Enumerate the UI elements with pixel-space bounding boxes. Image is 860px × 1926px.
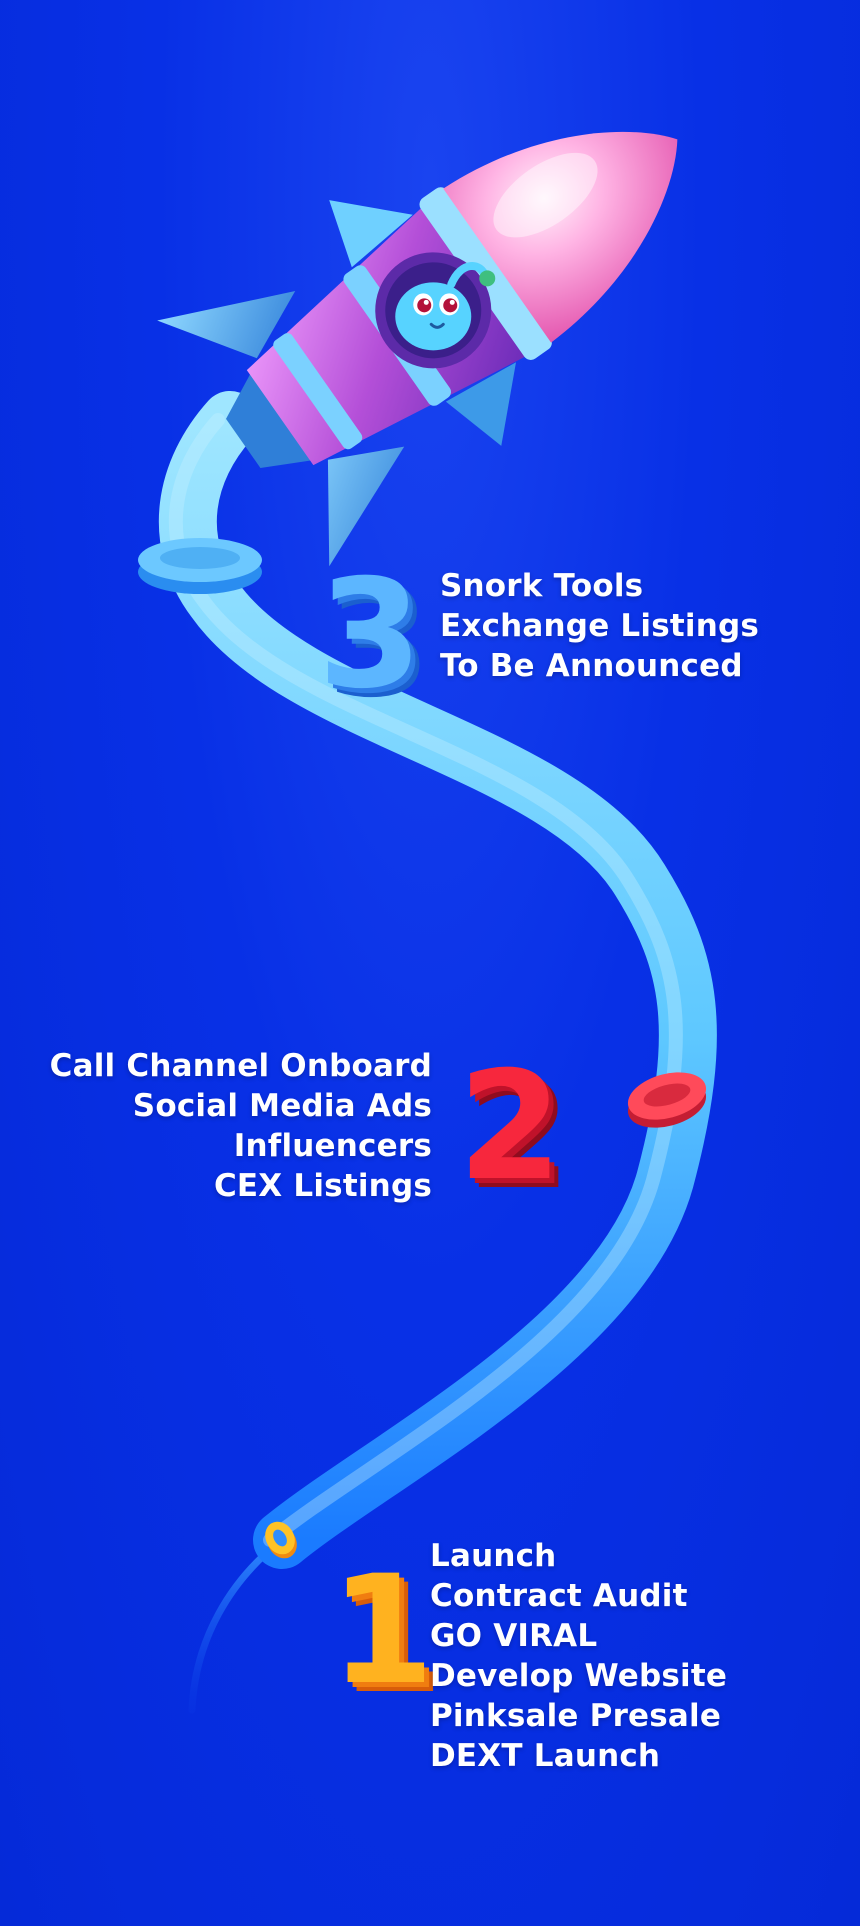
milestone-item: GO VIRAL (430, 1618, 598, 1654)
milestone-item: Call Channel Onboard (49, 1048, 432, 1084)
milestone-item: Exchange Listings (440, 608, 760, 644)
milestone-item: Snork Tools (440, 568, 644, 604)
phase-3-number: 3 (318, 548, 423, 722)
phase-2-number: 2 (458, 1040, 563, 1214)
phase-1-list: Launch Contract Audit GO VIRAL Develop W… (430, 1536, 727, 1776)
phase-1-number: 1 (330, 1544, 435, 1718)
milestone-item: Social Media Ads (132, 1088, 432, 1124)
milestone-item: Influencers (233, 1128, 432, 1164)
milestone-item: DEXT Launch (430, 1738, 661, 1774)
milestone-item: Develop Website (430, 1658, 728, 1694)
milestone-item: To Be Announced (440, 648, 743, 684)
milestone-item: Contract Audit (430, 1578, 688, 1614)
rocket-with-mascot-icon (157, 131, 678, 567)
trail-ring-phase-3 (138, 538, 262, 594)
phase-2-list: Call Channel Onboard Social Media Ads In… (50, 1046, 432, 1206)
phase-3-milestones: Snork Tools Exchange Listings To Be Anno… (440, 566, 759, 686)
roadmap-page: 3 2 1 Snork Tools Exchange Listings To B… (0, 0, 860, 1926)
milestone-item: Pinksale Presale (430, 1698, 722, 1734)
milestone-item: Launch (430, 1538, 557, 1574)
phase-3-list: Snork Tools Exchange Listings To Be Anno… (440, 566, 759, 686)
milestone-item: CEX Listings (213, 1168, 432, 1204)
phase-1-milestones: Launch Contract Audit GO VIRAL Develop W… (430, 1536, 727, 1776)
phase-2-milestones: Call Channel Onboard Social Media Ads In… (50, 1046, 432, 1206)
